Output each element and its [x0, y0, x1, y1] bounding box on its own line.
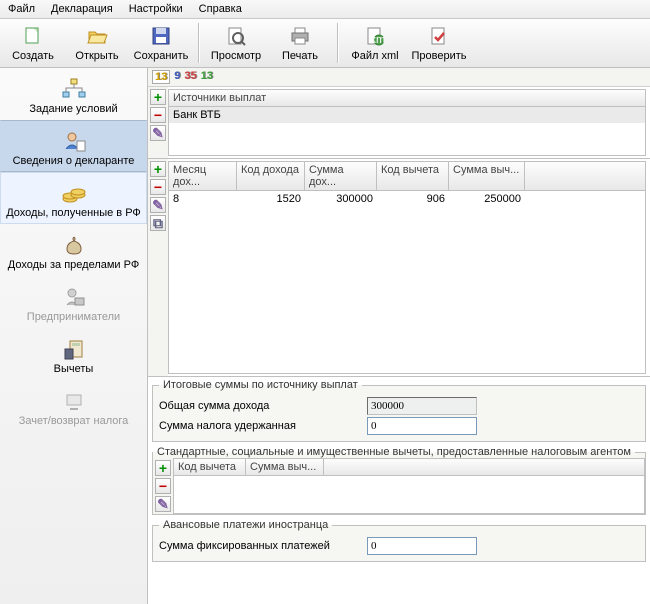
rate-tab-35[interactable]: 35: [184, 70, 196, 84]
income-table-head: Месяц дох... Код дохода Сумма дох... Код…: [169, 162, 645, 191]
main-content: 13 9 35 13 + − ✎ Источники выплат Банк В…: [148, 68, 650, 604]
deductions-table[interactable]: Код вычета Сумма выч...: [173, 458, 645, 514]
open-icon: [86, 24, 108, 48]
income-row[interactable]: 8 1520 300000 906 250000: [169, 191, 645, 207]
sources-buttons: + − ✎: [148, 87, 168, 158]
total-income-label: Общая сумма дохода: [159, 400, 359, 412]
remove-source-button[interactable]: −: [150, 107, 166, 123]
save-icon: [150, 24, 172, 48]
add-deduction-button[interactable]: +: [155, 460, 171, 476]
new-icon: [22, 24, 44, 48]
save-button[interactable]: Сохранить: [134, 21, 188, 65]
total-income-field: [367, 397, 477, 415]
rate-tab-13b[interactable]: 13: [201, 70, 213, 84]
sources-list[interactable]: Источники выплат Банк ВТБ: [168, 89, 646, 156]
copy-income-button[interactable]: ⧉: [150, 215, 166, 231]
deductions-legend: Стандартные, социальные и имущественные …: [153, 446, 635, 458]
toolbar-sep: [337, 23, 338, 63]
totals-legend: Итоговые суммы по источнику выплат: [159, 379, 362, 391]
view-button[interactable]: Просмотр: [209, 21, 263, 65]
print-button[interactable]: Печать: [273, 21, 327, 65]
sidebar-item-deductions[interactable]: Вычеты: [0, 328, 147, 380]
sidebar-item-refund: Зачет/возврат налога: [0, 380, 147, 432]
refund-icon: [62, 387, 86, 415]
toolbar-sep: [198, 23, 199, 63]
tree-icon: [60, 75, 88, 103]
edit-income-button[interactable]: ✎: [150, 197, 166, 213]
bag-icon: [62, 231, 86, 259]
tax-withheld-field[interactable]: [367, 417, 477, 435]
view-icon: [225, 24, 247, 48]
toolbar: Создать Открыть Сохранить Просмотр Печат…: [0, 19, 650, 68]
advance-legend: Авансовые платежи иностранца: [159, 519, 332, 531]
sources-header: Источники выплат: [169, 90, 645, 107]
sidebar-item-declarant[interactable]: Сведения о декларанте: [0, 120, 147, 172]
open-button[interactable]: Открыть: [70, 21, 124, 65]
rate-tab-9[interactable]: 9: [174, 70, 180, 84]
menubar: Файл Декларация Настройки Справка: [0, 0, 650, 19]
sidebar-item-income-rf[interactable]: Доходы, полученные в РФ: [0, 172, 147, 224]
deduction-buttons: + − ✎: [153, 458, 173, 514]
print-icon: [289, 24, 311, 48]
advance-label: Сумма фиксированных платежей: [159, 540, 359, 552]
deductions-fieldset: Стандартные, социальные и имущественные …: [152, 446, 646, 515]
income-buttons: + − ✎ ⧉: [148, 159, 168, 376]
coins-icon: [60, 179, 88, 207]
xml-icon: xml: [364, 24, 386, 48]
menu-file[interactable]: Файл: [4, 2, 39, 16]
menu-settings[interactable]: Настройки: [125, 2, 187, 16]
advance-field[interactable]: [367, 537, 477, 555]
svg-text:xml: xml: [370, 34, 386, 46]
menu-declaration[interactable]: Декларация: [47, 2, 117, 16]
remove-income-button[interactable]: −: [150, 179, 166, 195]
source-row[interactable]: Банк ВТБ: [169, 107, 645, 123]
person-icon: [60, 127, 88, 155]
briefcase-icon: [62, 283, 86, 311]
edit-source-button[interactable]: ✎: [150, 125, 166, 141]
rate-tabs: 13 9 35 13: [148, 68, 650, 87]
sidebar: Задание условий Сведения о декларанте До…: [0, 68, 148, 604]
menu-help[interactable]: Справка: [195, 2, 246, 16]
add-source-button[interactable]: +: [150, 89, 166, 105]
edit-deduction-button[interactable]: ✎: [155, 496, 171, 512]
check-icon: [428, 24, 450, 48]
totals-fieldset: Итоговые суммы по источнику выплат Общая…: [152, 379, 646, 442]
remove-deduction-button[interactable]: −: [155, 478, 171, 494]
xml-button[interactable]: xmlФайл xml: [348, 21, 402, 65]
calculator-icon: [62, 335, 86, 363]
advance-fieldset: Авансовые платежи иностранца Сумма фикси…: [152, 519, 646, 562]
sidebar-item-entrepreneurs: Предприниматели: [0, 276, 147, 328]
sidebar-item-conditions[interactable]: Задание условий: [0, 68, 147, 120]
rate-tab-13a[interactable]: 13: [152, 70, 170, 84]
check-button[interactable]: Проверить: [412, 21, 466, 65]
tax-withheld-label: Сумма налога удержанная: [159, 420, 359, 432]
add-income-button[interactable]: +: [150, 161, 166, 177]
deductions-table-head: Код вычета Сумма выч...: [174, 459, 644, 476]
sidebar-item-income-foreign[interactable]: Доходы за пределами РФ: [0, 224, 147, 276]
income-table[interactable]: Месяц дох... Код дохода Сумма дох... Код…: [168, 161, 646, 374]
new-button[interactable]: Создать: [6, 21, 60, 65]
